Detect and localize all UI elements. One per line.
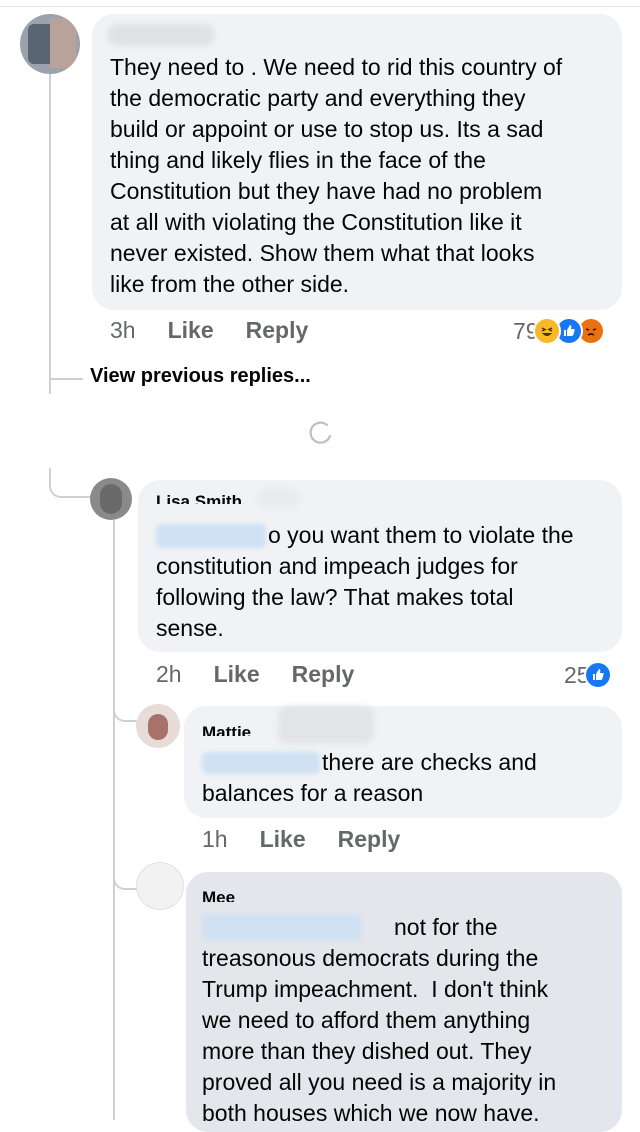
comment-actions: 1h Like Reply bbox=[202, 826, 432, 853]
haha-icon bbox=[532, 317, 561, 345]
redacted-name bbox=[278, 706, 374, 744]
like-button[interactable]: Like bbox=[214, 661, 260, 688]
redacted-mention bbox=[202, 914, 362, 940]
avatar[interactable] bbox=[136, 862, 184, 910]
comment-text: not for the bbox=[394, 914, 498, 940]
commenter-name[interactable]: Mee bbox=[202, 886, 235, 902]
like-button[interactable]: Like bbox=[260, 826, 306, 853]
like-button[interactable]: Like bbox=[168, 317, 214, 344]
like-icon bbox=[583, 661, 612, 689]
comment-text: constitution and impeach judges for foll… bbox=[156, 553, 518, 641]
loading-spinner-icon bbox=[309, 421, 332, 444]
redacted-mention bbox=[202, 752, 320, 774]
redacted-name bbox=[108, 24, 214, 46]
comment-text: balances for a reason bbox=[202, 780, 424, 806]
reaction-summary[interactable]: 25 bbox=[564, 661, 612, 689]
reply-button[interactable]: Reply bbox=[338, 826, 401, 853]
view-prev-connector bbox=[49, 356, 83, 380]
redacted-mention bbox=[156, 524, 266, 548]
comment-text: there are checks and bbox=[322, 749, 537, 775]
avatar[interactable] bbox=[90, 478, 132, 520]
reply-connector bbox=[49, 468, 91, 498]
comment-actions: 2h Like Reply bbox=[156, 661, 386, 688]
redacted-name bbox=[256, 488, 300, 508]
reply-button[interactable]: Reply bbox=[246, 317, 309, 344]
commenter-name[interactable]: Lisa Smith bbox=[156, 488, 242, 504]
commenter-name[interactable]: Mattie bbox=[202, 720, 251, 736]
comment-time[interactable]: 3h bbox=[110, 317, 136, 344]
comment-text: o you want them to violate the bbox=[268, 522, 574, 548]
view-previous-replies-link[interactable]: View previous replies... bbox=[90, 365, 311, 388]
comment-time[interactable]: 2h bbox=[156, 661, 182, 688]
avatar[interactable] bbox=[136, 704, 180, 748]
reaction-summary[interactable]: 79 bbox=[513, 317, 605, 345]
thread-line bbox=[49, 72, 51, 394]
comment-text: They need to . We need to rid this count… bbox=[110, 54, 563, 297]
reply-thread-line bbox=[113, 520, 115, 1120]
reply-connector bbox=[113, 860, 137, 890]
top-divider bbox=[0, 6, 640, 7]
comment-actions: 3h Like Reply bbox=[110, 317, 340, 344]
reply-button[interactable]: Reply bbox=[292, 661, 355, 688]
reply-connector bbox=[113, 690, 137, 722]
comment-time[interactable]: 1h bbox=[202, 826, 228, 853]
comment-text: treasonous democrats during the Trump im… bbox=[202, 945, 557, 1126]
avatar[interactable] bbox=[20, 14, 80, 74]
